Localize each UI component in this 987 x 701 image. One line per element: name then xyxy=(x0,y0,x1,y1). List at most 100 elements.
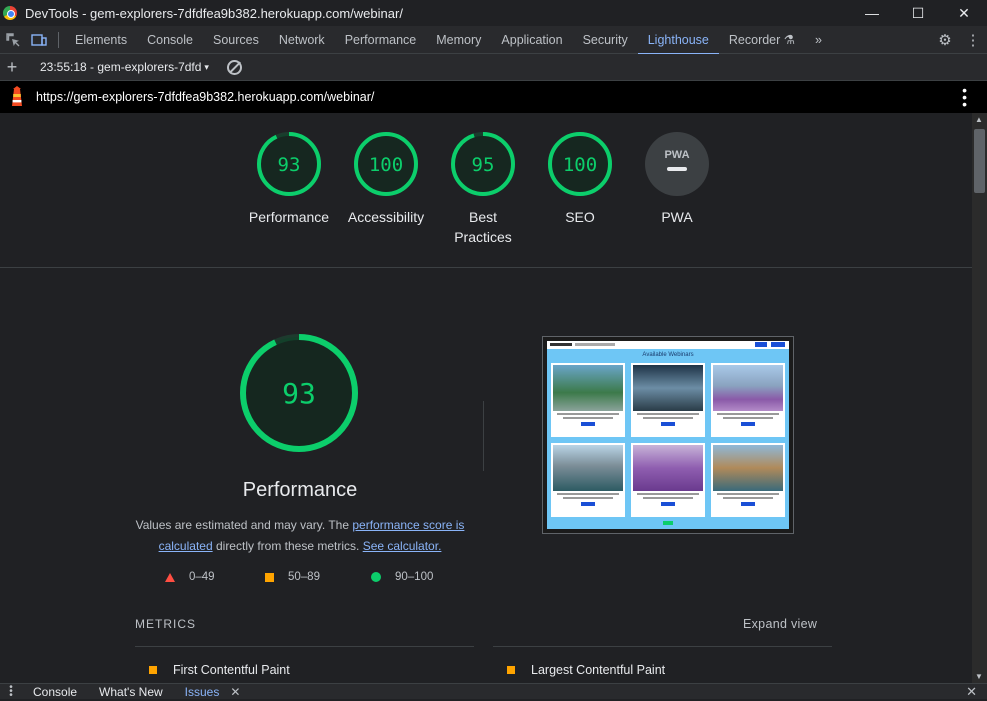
expand-view-button[interactable]: Expand view xyxy=(743,617,817,631)
lighthouse-logo-icon xyxy=(8,86,26,108)
score-gauges: 93 Performance 100 Accessibility 95 Best Prac… xyxy=(240,131,720,251)
tab-label: Recorder ⚗ xyxy=(728,33,795,47)
report-menu-icon[interactable]: • • • xyxy=(962,83,967,111)
metric-first-contentful-paint: First Contentful Paint xyxy=(149,663,290,677)
drawer-tab-whats-new[interactable]: What's New xyxy=(88,685,174,699)
average-square-icon xyxy=(265,572,274,582)
score-label: PWA xyxy=(661,209,693,225)
more-tabs-button[interactable]: » xyxy=(805,26,832,54)
new-report-button[interactable]: + xyxy=(0,57,24,78)
inspect-element-icon[interactable] xyxy=(0,26,26,54)
tab-performance[interactable]: Performance xyxy=(335,26,427,54)
tab-label: Memory xyxy=(436,32,482,47)
close-window-button[interactable]: ✕ xyxy=(941,0,987,26)
vertical-scrollbar[interactable]: ▲ ▼ xyxy=(972,113,987,683)
drawer-menu-icon[interactable]: • • • xyxy=(0,682,22,700)
thumbnail-card xyxy=(711,363,785,437)
score-ring: 95 xyxy=(451,132,515,196)
score-label: Performance xyxy=(248,209,330,225)
legend-range: 50–89 xyxy=(288,571,320,583)
score-label: Best Practices xyxy=(454,209,512,245)
tab-label: Lighthouse xyxy=(647,32,709,47)
tab-sources[interactable]: Sources xyxy=(203,26,269,54)
maximize-button[interactable]: ☐ xyxy=(895,0,941,26)
report-selector[interactable]: 23:55:18 - gem-explorers-7dfd xyxy=(40,60,201,74)
chrome-icon xyxy=(3,6,17,20)
performance-score: 93 xyxy=(282,377,316,410)
metric-label: First Contentful Paint xyxy=(173,663,290,677)
score-gauge-pwa[interactable]: PWA PWA xyxy=(628,131,726,227)
score-gauge-seo[interactable]: 100 SEO xyxy=(531,131,629,227)
settings-gear-icon[interactable]: ⚙ xyxy=(931,31,959,49)
tab-label: Application xyxy=(501,32,563,47)
tab-security[interactable]: Security xyxy=(573,26,638,54)
lighthouse-toolbar: + 23:55:18 - gem-explorers-7dfd ▾ xyxy=(0,54,987,81)
window-titlebar: DevTools - gem-explorers-7dfdfea9b382.he… xyxy=(0,0,987,26)
score-value: 95 xyxy=(472,154,495,176)
performance-gauge: 93 xyxy=(237,331,361,460)
scroll-down-icon[interactable]: ▼ xyxy=(975,672,983,681)
thumbnail-card xyxy=(631,443,705,517)
tab-label: Network xyxy=(278,32,325,47)
tab-label: Performance xyxy=(344,32,417,47)
score-ring: 100 xyxy=(354,132,418,196)
score-ring: 100 xyxy=(548,132,612,196)
tab-console[interactable]: Console xyxy=(137,26,203,54)
tab-label: Elements xyxy=(75,32,128,47)
performance-disclaimer: Values are estimated and may vary. The p… xyxy=(130,515,470,557)
thumbnail-card xyxy=(551,443,625,517)
disclaimer-text: directly from these metrics. xyxy=(212,539,363,553)
performance-heading: Performance xyxy=(242,479,358,501)
chevron-double-right-icon: » xyxy=(814,32,822,47)
device-toolbar-icon[interactable] xyxy=(26,26,52,54)
minimize-button[interactable]: — xyxy=(849,0,895,26)
scrollbar-thumb[interactable] xyxy=(974,129,985,193)
thumbnail-heading: Available Webinars xyxy=(642,352,694,358)
close-tab-icon[interactable]: ✕ xyxy=(230,685,240,699)
close-drawer-icon[interactable]: ✕ xyxy=(966,684,977,700)
tab-label: Sources xyxy=(212,32,259,47)
thumbnail-footer-button xyxy=(663,521,673,525)
tab-memory[interactable]: Memory xyxy=(426,26,491,54)
metrics-divider xyxy=(135,646,474,647)
thumbnail-navbar xyxy=(547,341,789,349)
score-gauge-performance[interactable]: 93 Performance xyxy=(240,131,338,227)
tab-label: Console xyxy=(147,32,193,47)
score-value: 100 xyxy=(369,154,403,176)
average-square-icon xyxy=(507,666,515,674)
tab-lighthouse[interactable]: Lighthouse xyxy=(637,26,720,55)
legend-average: 50–89 xyxy=(265,571,320,583)
tab-application[interactable]: Application xyxy=(491,26,572,54)
metrics-divider xyxy=(493,646,832,647)
fail-triangle-icon xyxy=(165,572,175,582)
drawer-tab-console[interactable]: Console xyxy=(22,685,88,699)
vertical-divider xyxy=(483,401,484,471)
average-square-icon xyxy=(149,666,157,674)
drawer-tab-issues[interactable]: Issues xyxy=(174,685,231,699)
metric-label: Largest Contentful Paint xyxy=(531,663,666,677)
tab-label: Security xyxy=(582,32,628,47)
tab-recorder[interactable]: Recorder ⚗ xyxy=(719,26,805,54)
pwa-badge-icon: PWA xyxy=(645,132,709,196)
tab-network[interactable]: Network xyxy=(269,26,335,54)
score-gauge-accessibility[interactable]: 100 Accessibility xyxy=(337,131,435,227)
see-calculator-link[interactable]: See calculator. xyxy=(363,539,442,553)
devtools-drawer: • • • Console What's New Issues ✕ ✕ xyxy=(0,682,987,700)
final-screenshot[interactable]: Available Webinars xyxy=(542,336,794,534)
report-content: 93 Performance 100 Accessibility 95 Best Prac… xyxy=(0,113,972,683)
chevron-down-icon[interactable]: ▾ xyxy=(204,62,209,73)
tab-elements[interactable]: Elements xyxy=(65,26,137,54)
clear-reports-icon[interactable] xyxy=(226,59,242,75)
tabbar-right-actions: ⚙ ⋮ xyxy=(931,26,987,54)
customize-menu-icon[interactable]: ⋮ xyxy=(959,31,987,49)
score-legend: 0–49 50–89 90–100 xyxy=(160,571,460,589)
score-gauge-best-practices[interactable]: 95 Best Practices xyxy=(434,131,532,247)
metric-largest-contentful-paint: Largest Contentful Paint xyxy=(507,663,665,677)
pass-circle-icon xyxy=(371,572,381,582)
score-value: 93 xyxy=(278,154,301,176)
section-divider xyxy=(0,267,972,268)
legend-pass: 90–100 xyxy=(371,571,433,583)
score-label: Accessibility xyxy=(347,209,425,225)
window-controls: — ☐ ✕ xyxy=(849,0,987,26)
scroll-up-icon[interactable]: ▲ xyxy=(975,115,983,124)
